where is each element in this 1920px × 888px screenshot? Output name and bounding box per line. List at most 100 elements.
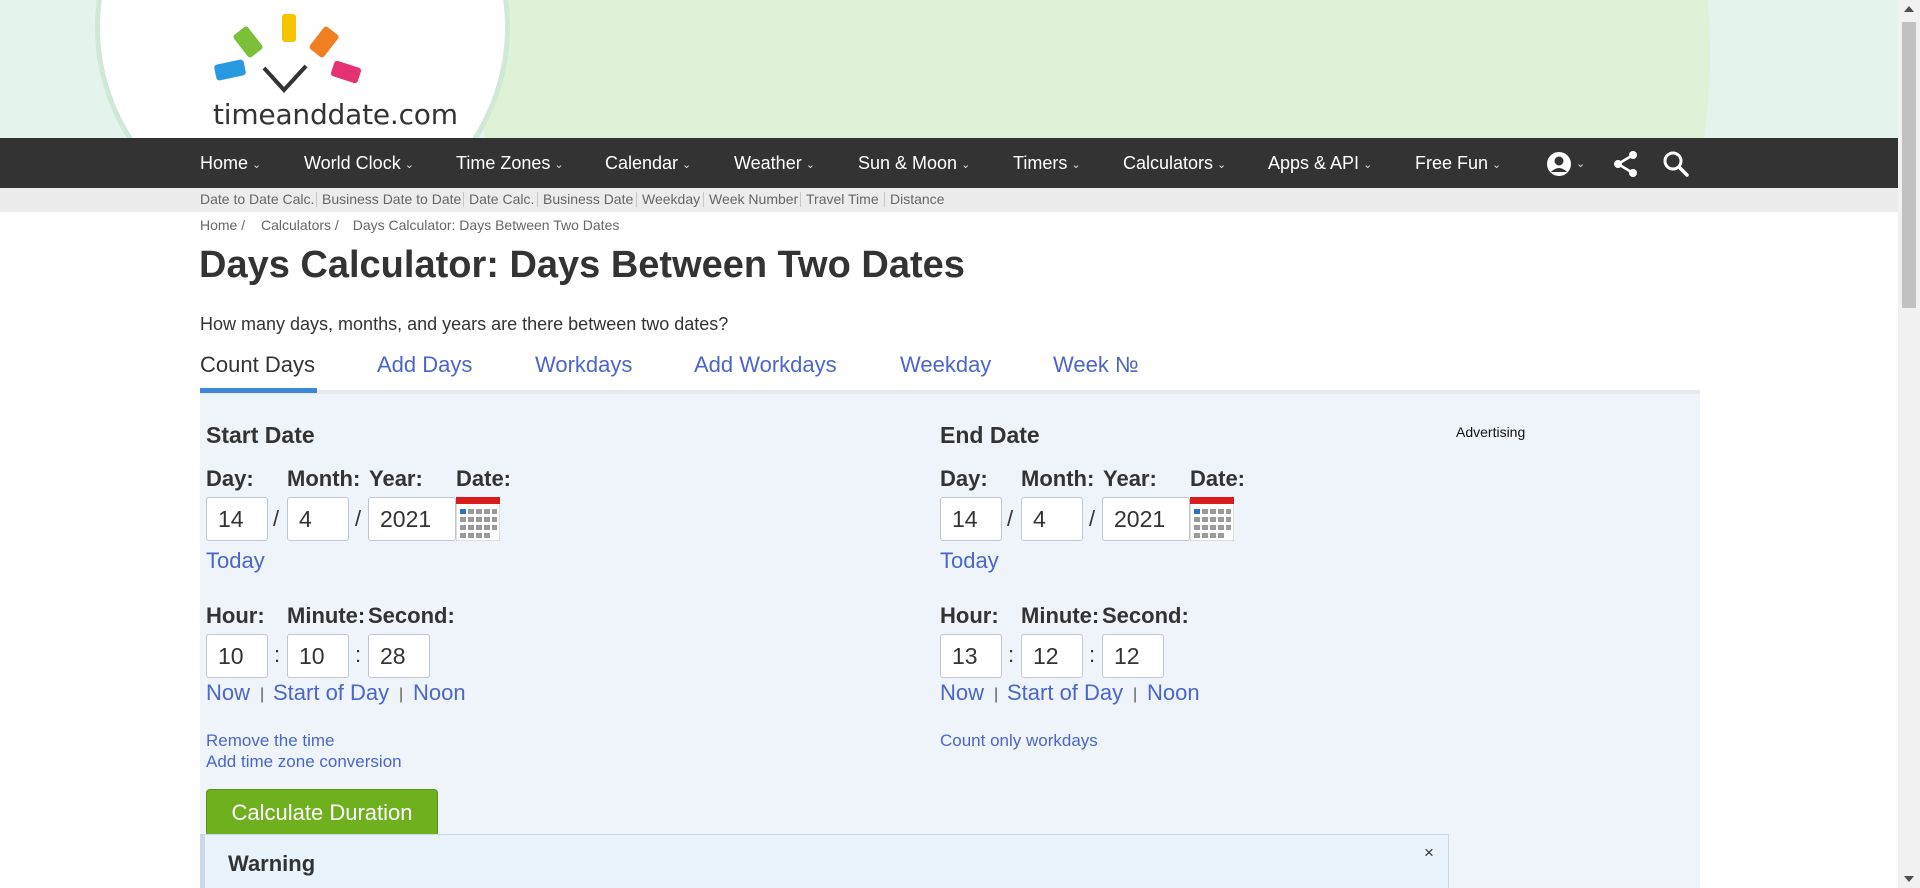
subnav-date-calc[interactable]: Date Calc. — [469, 191, 534, 207]
nav-time-zones[interactable]: Time Zones ⌄ — [456, 138, 564, 188]
subnav-business-date[interactable]: Business Date — [543, 191, 633, 207]
start-date-label: Date: — [456, 466, 512, 491]
calculator-tabs: Count Days Add Days Workdays Add Workday… — [200, 350, 1700, 394]
end-noon-link[interactable]: Noon — [1147, 680, 1200, 706]
time-separator: : — [274, 642, 281, 667]
tab-add-days[interactable]: Add Days — [377, 352, 472, 378]
nav-world-clock[interactable]: World Clock ⌄ — [304, 138, 414, 188]
tab-add-workdays[interactable]: Add Workdays — [694, 352, 837, 378]
subnav-travel-time[interactable]: Travel Time — [806, 191, 879, 207]
date-separator: / — [355, 506, 362, 531]
subnav-business-date-to-date[interactable]: Business Date to Date — [322, 191, 461, 207]
scroll-down-arrow-icon[interactable] — [1904, 876, 1914, 882]
logo-bar — [330, 60, 362, 84]
nav-weather[interactable]: Weather ⌄ — [734, 138, 815, 188]
remove-time-link[interactable]: Remove the time — [206, 731, 335, 751]
breadcrumb-calculators[interactable]: Calculators / — [261, 217, 339, 233]
end-year-input[interactable]: 2021 — [1102, 497, 1190, 541]
tab-week-number[interactable]: Week № — [1053, 352, 1139, 378]
nav-apps-api[interactable]: Apps & API ⌄ — [1268, 138, 1372, 188]
start-day-input[interactable]: 14 — [206, 497, 268, 541]
add-time-zone-link[interactable]: Add time zone conversion — [206, 752, 402, 772]
nav-free-fun[interactable]: Free Fun ⌄ — [1415, 138, 1501, 188]
share-icon[interactable] — [1612, 150, 1640, 178]
page-title: Days Calculator: Days Between Two Dates — [199, 244, 965, 286]
end-second-input[interactable]: 12 — [1102, 634, 1164, 678]
start-second-input[interactable]: 28 — [368, 634, 430, 678]
start-start-of-day-link[interactable]: Start of Day — [273, 680, 389, 706]
link-divider: | — [260, 686, 265, 703]
nav-timers[interactable]: Timers ⌄ — [1013, 138, 1081, 188]
end-today-link[interactable]: Today — [940, 548, 999, 574]
start-today-link[interactable]: Today — [206, 548, 265, 574]
end-day-input[interactable]: 14 — [940, 497, 1002, 541]
logo-bar — [213, 59, 247, 81]
start-year-input[interactable]: 2021 — [368, 497, 456, 541]
start-minute-label: Minute: — [287, 603, 366, 628]
breadcrumb-home[interactable]: Home / — [200, 217, 245, 233]
advertising-label: Advertising — [1456, 424, 1526, 440]
subnav-distance[interactable]: Distance — [890, 191, 944, 207]
subnav-divider — [636, 192, 637, 207]
nav-home[interactable]: Home ⌄ — [200, 138, 261, 188]
svg-text:⌄: ⌄ — [1576, 158, 1585, 170]
start-minute-input[interactable]: 10 — [287, 634, 349, 678]
chevron-down-icon: ⌄ — [682, 159, 692, 171]
account-icon[interactable]: ⌄ — [1546, 150, 1590, 178]
end-month-input[interactable]: 4 — [1021, 497, 1083, 541]
end-now-link[interactable]: Now — [940, 680, 984, 706]
subnav-divider — [537, 192, 538, 207]
nav-calculators[interactable]: Calculators ⌄ — [1123, 138, 1226, 188]
start-month-label: Month: — [287, 466, 361, 491]
date-separator: / — [1007, 506, 1014, 531]
chevron-down-icon: ⌄ — [252, 159, 262, 171]
site-logo[interactable]: timeanddate.com — [205, 10, 458, 131]
close-icon[interactable]: × — [1424, 843, 1434, 863]
end-start-of-day-link[interactable]: Start of Day — [1007, 680, 1123, 706]
start-now-link[interactable]: Now — [206, 680, 250, 706]
active-tab-indicator — [200, 388, 317, 393]
tab-weekday[interactable]: Weekday — [900, 352, 991, 378]
scroll-up-arrow-icon[interactable] — [1904, 6, 1914, 12]
warning-title: Warning — [228, 851, 316, 876]
header-decoration — [480, 0, 1710, 138]
calendar-icon[interactable] — [1190, 497, 1234, 541]
breadcrumb: Home / Calculators / Days Calculator: Da… — [200, 217, 625, 233]
nav-sun-moon[interactable]: Sun & Moon ⌄ — [858, 138, 970, 188]
start-hour-label: Hour: — [206, 603, 265, 628]
time-separator: : — [355, 642, 362, 667]
logo-text: timeanddate.com — [213, 98, 458, 131]
end-minute-input[interactable]: 12 — [1021, 634, 1083, 678]
chevron-down-icon: ⌄ — [1492, 159, 1502, 171]
subnav-week-number[interactable]: Week Number — [709, 191, 798, 207]
start-hour-input[interactable]: 10 — [206, 634, 268, 678]
start-day-label: Day: — [206, 466, 254, 491]
time-separator: : — [1089, 642, 1096, 667]
start-noon-link[interactable]: Noon — [413, 680, 466, 706]
subnav-date-to-date[interactable]: Date to Date Calc. — [200, 191, 314, 207]
calculate-duration-button[interactable]: Calculate Duration — [206, 789, 438, 836]
logo-bar — [308, 25, 340, 59]
chevron-down-icon: ⌄ — [1071, 159, 1081, 171]
page-scrollbar[interactable] — [1898, 0, 1920, 888]
subnav-weekday[interactable]: Weekday — [642, 191, 700, 207]
end-hour-input[interactable]: 13 — [940, 634, 1002, 678]
chevron-down-icon: ⌄ — [1217, 159, 1227, 171]
subnav-divider — [463, 192, 464, 207]
calculator-form: Start Date Day: Month: Year: Date: 14 / … — [200, 394, 1700, 888]
end-year-label: Year: — [1103, 466, 1157, 491]
page-intro: How many days, months, and years are the… — [200, 314, 729, 334]
chevron-down-icon: ⌄ — [805, 159, 815, 171]
tab-count-days[interactable]: Count Days — [200, 352, 315, 378]
start-year-label: Year: — [369, 466, 423, 491]
scrollbar-thumb[interactable] — [1902, 22, 1916, 308]
calendar-icon[interactable] — [456, 497, 500, 541]
nav-calendar[interactable]: Calendar ⌄ — [605, 138, 691, 188]
start-month-input[interactable]: 4 — [287, 497, 349, 541]
count-workdays-link[interactable]: Count only workdays — [940, 731, 1098, 751]
start-second-label: Second: — [368, 603, 455, 628]
logo-bar — [282, 14, 296, 42]
search-icon[interactable] — [1662, 150, 1690, 178]
tab-workdays[interactable]: Workdays — [535, 352, 632, 378]
link-divider: | — [1133, 686, 1138, 703]
